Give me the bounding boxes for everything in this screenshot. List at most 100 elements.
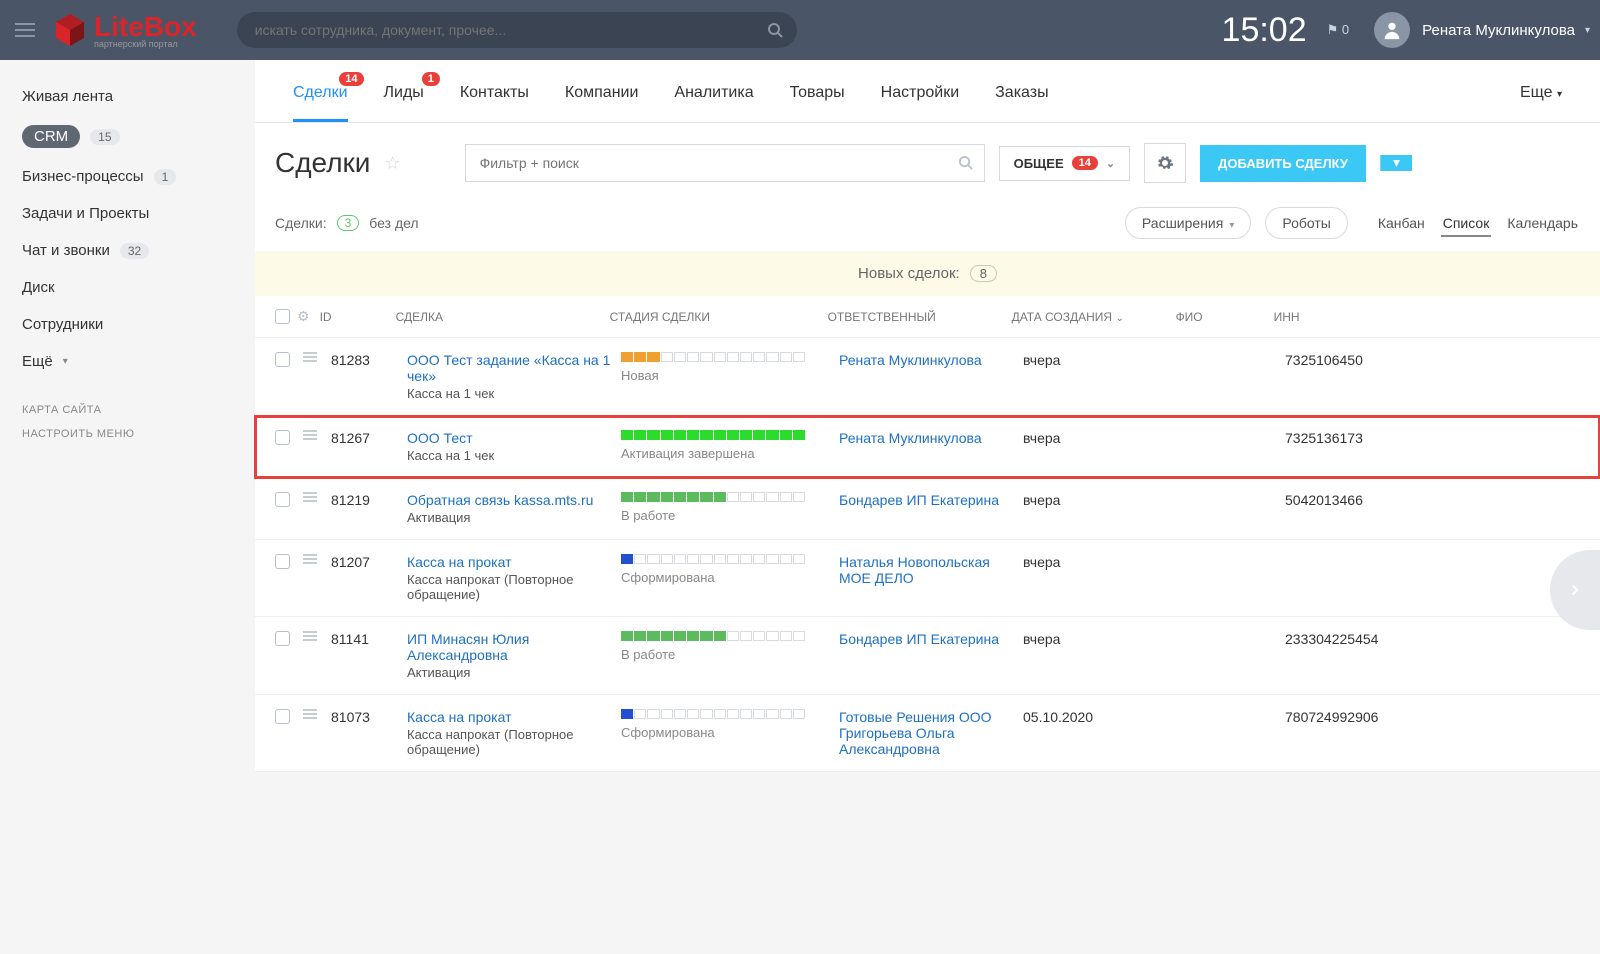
col-deal[interactable]: СДЕЛКА [396, 310, 610, 324]
responsible-link[interactable]: Рената Муклинкулова [839, 430, 982, 446]
search-icon[interactable] [958, 155, 973, 173]
row-checkbox[interactable] [275, 430, 290, 445]
drag-handle-icon[interactable] [303, 352, 331, 362]
drag-handle-icon[interactable] [303, 554, 331, 564]
responsible-link[interactable]: Наталья Новопольская МОЕ ДЕЛО [839, 554, 990, 586]
table-row[interactable]: 81073 Касса на прокат Касса напрокат (По… [255, 695, 1600, 772]
cell-inn: 7325106450 [1285, 352, 1405, 368]
responsible-link[interactable]: Бондарев ИП Екатерина [839, 492, 999, 508]
tab-1[interactable]: Лиды1 [366, 60, 442, 122]
cell-date: вчера [1023, 352, 1187, 368]
deal-sub: Активация [407, 510, 621, 525]
sidebar-item-4[interactable]: Чат и звонки32 [0, 232, 255, 269]
tab-4[interactable]: Аналитика [656, 60, 771, 122]
cell-inn: 233304225454 [1285, 631, 1405, 647]
drag-handle-icon[interactable] [303, 709, 331, 719]
responsible-link[interactable]: Бондарев ИП Екатерина [839, 631, 999, 647]
drag-handle-icon[interactable] [303, 631, 331, 641]
deal-link[interactable]: Касса на прокат [407, 554, 621, 570]
tab-7[interactable]: Заказы [977, 60, 1066, 122]
sidebar-badge: 32 [120, 243, 149, 259]
favorite-star-icon[interactable]: ☆ [384, 153, 400, 174]
sidebar-item-7[interactable]: Ещё ▾ [0, 343, 255, 380]
no-deal-label[interactable]: без дел [369, 215, 418, 231]
sidebar-sub1[interactable]: КАРТА САЙТА [0, 398, 255, 422]
deal-sub: Касса напрокат (Повторное обращение) [407, 572, 621, 602]
tab-label: Сделки [293, 84, 348, 101]
stage-progress [621, 554, 805, 564]
global-search-input[interactable] [237, 12, 797, 48]
settings-button[interactable] [1144, 143, 1186, 183]
table-row[interactable]: 81267 ООО Тест Касса на 1 чек Активация … [255, 416, 1600, 478]
sidebar-item-6[interactable]: Сотрудники [0, 306, 255, 343]
notification-flag[interactable]: ⚑ 0 [1327, 22, 1350, 38]
sidebar-item-label: Задачи и Проекты [22, 205, 149, 222]
tab-8[interactable]: Еще ▾ [1502, 60, 1580, 122]
responsible-link[interactable]: Рената Муклинкулова [839, 352, 982, 368]
view-Календарь[interactable]: Календарь [1505, 211, 1580, 235]
search-icon[interactable] [767, 22, 783, 41]
page-title: Сделки [275, 147, 370, 179]
add-deal-button[interactable]: ДОБАВИТЬ СДЕЛКУ [1200, 145, 1366, 182]
tab-6[interactable]: Настройки [863, 60, 977, 122]
deal-link[interactable]: ИП Минасян Юлия Александровна [407, 631, 621, 663]
col-inn[interactable]: ИНН [1274, 310, 1394, 324]
row-checkbox[interactable] [275, 352, 290, 367]
new-deals-banner[interactable]: Новых сделок: 8 [255, 251, 1600, 296]
tab-0[interactable]: Сделки14 [275, 60, 366, 122]
table-row[interactable]: 81207 Касса на прокат Касса напрокат (По… [255, 540, 1600, 617]
row-checkbox[interactable] [275, 492, 290, 507]
sidebar-item-1[interactable]: CRM15 [0, 115, 255, 158]
tab-5[interactable]: Товары [772, 60, 863, 122]
menu-hamburger-icon[interactable] [10, 18, 40, 42]
col-resp[interactable]: ОТВЕТСТВЕННЫЙ [828, 310, 1012, 324]
view-Список[interactable]: Список [1441, 211, 1492, 237]
sidebar-item-5[interactable]: Диск [0, 269, 255, 306]
deal-link[interactable]: Обратная связь kassa.mts.ru [407, 492, 621, 508]
table-row[interactable]: 81141 ИП Минасян Юлия Александровна Акти… [255, 617, 1600, 695]
stage-progress [621, 430, 805, 440]
table-row[interactable]: 81283 ООО Тест задание «Касса на 1 чек» … [255, 338, 1600, 416]
table-row[interactable]: 81219 Обратная связь kassa.mts.ru Актива… [255, 478, 1600, 540]
sidebar-item-2[interactable]: Бизнес-процессы1 [0, 158, 255, 195]
column-settings-icon[interactable]: ⚙ [297, 308, 310, 325]
deal-link[interactable]: ООО Тест задание «Касса на 1 чек» [407, 352, 621, 384]
sidebar-badge: 1 [154, 169, 177, 185]
robots-button[interactable]: Роботы [1265, 207, 1347, 239]
col-date[interactable]: ДАТА СОЗДАНИЯ ⌄ [1012, 310, 1176, 324]
stage-progress [621, 709, 805, 719]
col-id[interactable]: ID [320, 310, 396, 324]
row-checkbox[interactable] [275, 631, 290, 646]
username[interactable]: Рената Муклинкулова [1422, 22, 1575, 39]
select-all-checkbox[interactable] [275, 309, 290, 324]
sidebar-item-label: Диск [22, 279, 55, 296]
row-checkbox[interactable] [275, 709, 290, 724]
drag-handle-icon[interactable] [303, 492, 331, 502]
tab-3[interactable]: Компании [547, 60, 657, 122]
responsible-link[interactable]: Готовые Решения ООО Григорьева Ольга Але… [839, 709, 992, 757]
row-checkbox[interactable] [275, 554, 290, 569]
sort-desc-icon: ⌄ [1115, 313, 1123, 324]
add-deal-split-button[interactable]: ▾ [1380, 155, 1412, 171]
sidebar: Живая лентаCRM15Бизнес-процессы1 Задачи и… [0, 60, 255, 772]
stage-progress [621, 631, 805, 641]
deal-link[interactable]: Касса на прокат [407, 709, 621, 725]
user-dropdown-icon[interactable]: ▾ [1585, 25, 1590, 36]
col-stage[interactable]: СТАДИЯ СДЕЛКИ [610, 310, 828, 324]
logo[interactable]: LiteBox партнерский портал [50, 10, 197, 50]
deals-count-badge: 3 [337, 215, 360, 231]
drag-handle-icon[interactable] [303, 430, 331, 440]
filter-input[interactable] [465, 144, 985, 182]
sidebar-sub2[interactable]: НАСТРОИТЬ МЕНЮ [0, 422, 255, 446]
sidebar-item-3[interactable]: Задачи и Проекты [0, 195, 255, 232]
gear-icon [1156, 154, 1174, 172]
view-Канбан[interactable]: Канбан [1376, 211, 1427, 235]
tab-2[interactable]: Контакты [442, 60, 547, 122]
tab-label: Аналитика [674, 84, 753, 101]
sidebar-item-0[interactable]: Живая лента [0, 78, 255, 115]
extensions-button[interactable]: Расширения▾ [1125, 207, 1251, 239]
pipeline-dropdown[interactable]: ОБЩЕЕ 14 ⌄ [999, 146, 1131, 181]
deal-link[interactable]: ООО Тест [407, 430, 621, 446]
col-fio[interactable]: ФИО [1176, 310, 1274, 324]
avatar[interactable] [1374, 12, 1410, 48]
